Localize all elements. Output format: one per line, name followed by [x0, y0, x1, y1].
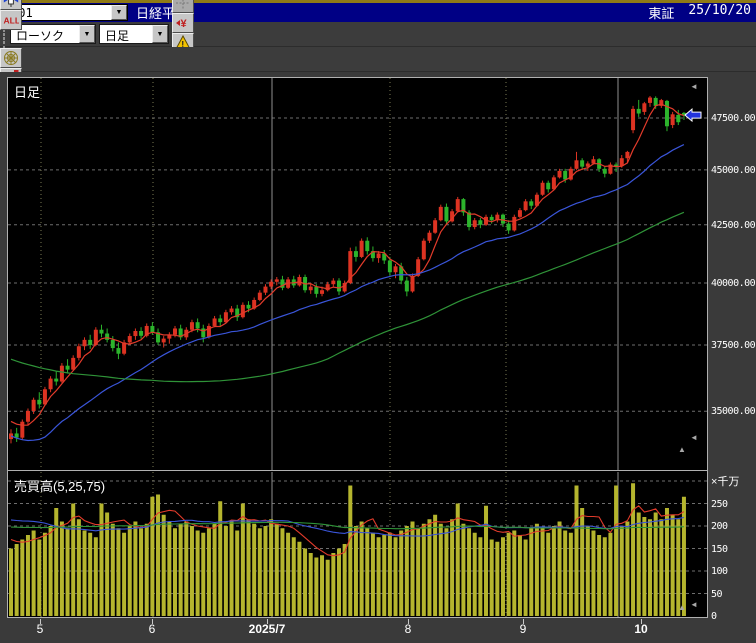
- price-axis-label: 37500.00: [711, 340, 755, 351]
- month-axis-label: 8: [405, 622, 412, 636]
- month-axis-tick: [523, 619, 524, 624]
- month-axis-tick: [40, 619, 41, 624]
- volume-unit-label: ×千万: [711, 473, 739, 489]
- month-axis-label: 6: [149, 622, 156, 636]
- month-axis-label: 10: [634, 622, 647, 636]
- all-button[interactable]: ALL: [0, 10, 22, 30]
- price-axis-label: 47500.00: [711, 113, 755, 124]
- scroll-left-icon[interactable]: ◄: [690, 601, 698, 609]
- month-axis-label: 9: [520, 622, 527, 636]
- toolbar-row-1: ローソク ▼ 日足 ▼ 2¥!: [0, 22, 756, 47]
- chevron-down-icon[interactable]: ▼: [79, 25, 95, 43]
- month-axis-label: 5: [37, 622, 44, 636]
- candle-collapse-icon: [3, 0, 19, 8]
- toolbar-row-2: ALLLog: [0, 47, 756, 72]
- candlestick-chart[interactable]: [8, 78, 707, 470]
- scroll-left-icon[interactable]: ◄: [690, 83, 698, 91]
- month-axis-tick: [408, 619, 409, 624]
- volume-axis-label: 200: [711, 521, 728, 532]
- date-label: 25/10/20: [688, 3, 751, 22]
- volume-pane-label: 売買高(5,25,75): [14, 476, 105, 495]
- yen-button[interactable]: ¥: [172, 13, 194, 33]
- chevron-down-icon: ▼: [116, 9, 123, 16]
- scroll-up-icon[interactable]: ▲: [678, 446, 686, 454]
- price-pane-label: 日足: [14, 82, 40, 101]
- volume-axis-label: 250: [711, 499, 728, 510]
- candle-collapse-button[interactable]: [0, 0, 22, 10]
- crosshair-button[interactable]: [172, 0, 194, 13]
- volume-axis-label: 100: [711, 566, 728, 577]
- month-axis-tick: [152, 619, 153, 624]
- volume-chart[interactable]: [8, 472, 707, 617]
- price-axis-label: 42500.00: [711, 220, 755, 231]
- volume-pane[interactable]: 売買高(5,25,75): [8, 472, 707, 617]
- month-axis-tick: [641, 619, 642, 624]
- crosshair-icon: [175, 0, 191, 11]
- symbol-dropdown-button[interactable]: ▼: [111, 5, 127, 20]
- volume-axis-label: 0: [711, 611, 717, 622]
- scroll-left-icon[interactable]: ◄: [690, 434, 698, 442]
- chart-application-window: ▼ 日経平均 東証 25/10/20 ローソク ▼ 日足 ▼ 2¥! ALLLo…: [0, 0, 756, 643]
- timeframe-value: 日足: [100, 25, 152, 43]
- scroll-up-icon[interactable]: ▲: [678, 604, 686, 612]
- all-icon: ALL: [3, 12, 19, 28]
- price-axis-label: 35000.00: [711, 406, 755, 417]
- chart-frame: 日足 売買高(5,25,75): [7, 77, 708, 618]
- volume-axis-label: 50: [711, 589, 722, 600]
- month-axis-tick: [267, 619, 268, 624]
- timeframe-combo[interactable]: 日足 ▼: [99, 24, 169, 44]
- yen-icon: ¥: [175, 15, 191, 31]
- price-axis-label: 40000.00: [711, 278, 755, 289]
- chart-area: 日足 売買高(5,25,75) ×千万 47500.00 45000.00 4250…: [0, 72, 756, 643]
- toolbar-grip[interactable]: [3, 30, 6, 48]
- mesh-icon: [3, 50, 19, 66]
- title-bar: ▼ 日経平均 東証 25/10/20: [0, 0, 756, 22]
- price-pane[interactable]: 日足: [8, 78, 707, 471]
- svg-text:ALL: ALL: [4, 16, 20, 26]
- mesh-button[interactable]: [0, 48, 22, 68]
- svg-text:¥: ¥: [181, 18, 188, 30]
- chevron-down-icon[interactable]: ▼: [152, 25, 168, 43]
- price-axis-label: 45000.00: [711, 165, 755, 176]
- last-price-marker-icon: [685, 109, 701, 121]
- month-axis-label: 2025/7: [249, 622, 286, 636]
- exchange-label: 東証: [648, 3, 674, 22]
- volume-axis-label: 150: [711, 544, 728, 555]
